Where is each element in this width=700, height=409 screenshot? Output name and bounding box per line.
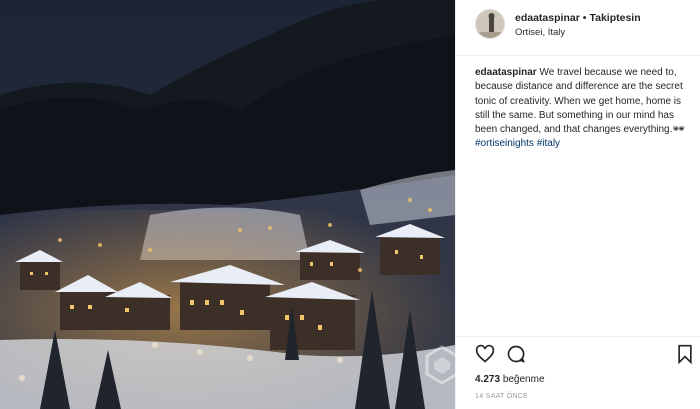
avatar[interactable]	[475, 9, 505, 39]
likes-number: 4.273	[475, 374, 501, 385]
post-caption: edaataspinar We travel because we need t…	[475, 66, 693, 152]
likes-count[interactable]: 4.273 beğenme	[475, 374, 545, 385]
hashtag-italy[interactable]: #italy	[537, 138, 560, 149]
caption-username[interactable]: edaataspinar	[475, 67, 537, 78]
hashtag-ortiseinights[interactable]: #ortiseinights	[475, 138, 534, 149]
timestamp: 14 SAAT ÖNCE	[475, 393, 529, 400]
post-side-panel: edaataspinar • Takiptesin Ortisei, Italy e…	[455, 0, 700, 409]
following-button[interactable]: Takiptesin	[589, 12, 640, 24]
profile-picture	[476, 10, 504, 38]
post-header: edaataspinar • Takiptesin Ortisei, Italy	[456, 0, 700, 56]
heart-icon[interactable]	[475, 344, 495, 369]
likes-label: beğenme	[502, 374, 545, 385]
location-link[interactable]: Ortisei, Italy	[515, 27, 565, 38]
village-night-photo	[0, 0, 455, 409]
post-photo[interactable]	[0, 0, 455, 409]
bookmark-icon[interactable]	[677, 344, 693, 369]
comment-icon[interactable]	[506, 344, 526, 369]
header-username[interactable]: edaataspinar	[515, 12, 580, 24]
watermark-icon	[425, 345, 459, 402]
separator-dot: •	[582, 12, 587, 24]
post-actions	[456, 344, 700, 368]
divider	[456, 336, 700, 337]
sunglasses-emoji: 🕶	[672, 124, 686, 136]
